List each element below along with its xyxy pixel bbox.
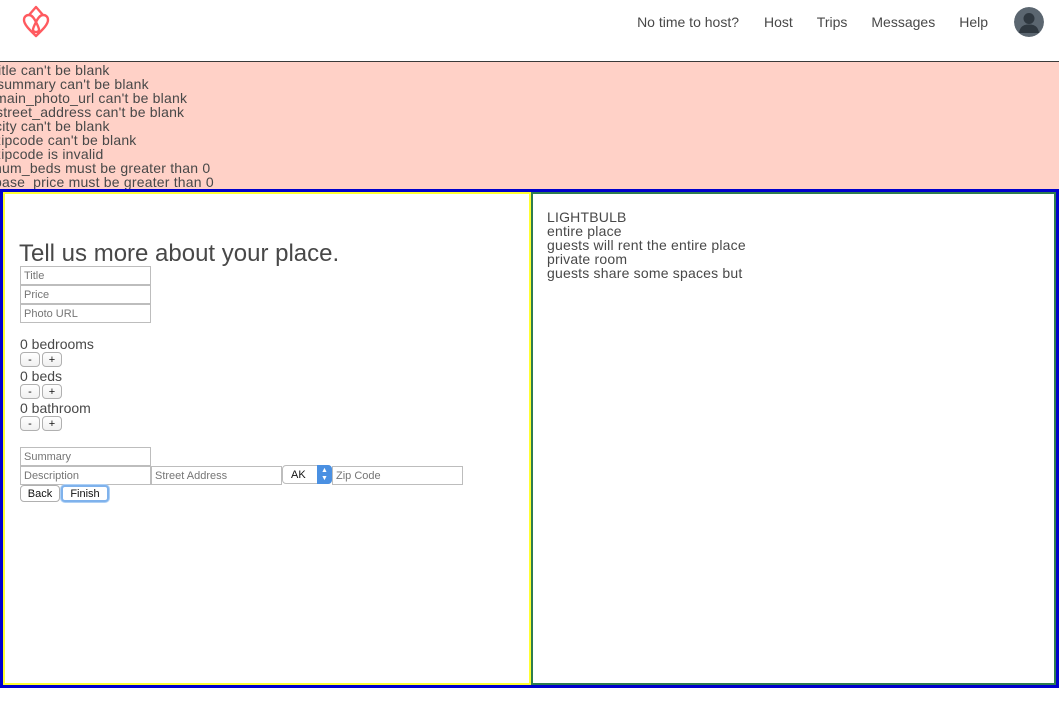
bathroom-decrement-button[interactable]: -	[20, 416, 40, 431]
user-avatar-icon[interactable]	[1014, 7, 1044, 37]
main-nav: No time to host? Host Trips Messages Hel…	[637, 0, 1059, 44]
info-panel: LIGHTBULB entire place guests will rent …	[531, 192, 1056, 685]
beds-decrement-button[interactable]: -	[20, 384, 40, 399]
bathroom-increment-button[interactable]: +	[42, 416, 62, 431]
error-summary-blank: summary can't be blank	[0, 76, 149, 92]
bedrooms-increment-button[interactable]: +	[42, 352, 62, 367]
error-street-address-blank: street_address can't be blank	[0, 104, 185, 120]
error-zipcode-blank: zipcode can't be blank	[0, 132, 137, 148]
street-address-input[interactable]	[151, 466, 282, 485]
nav-messages[interactable]: Messages	[871, 14, 935, 30]
beds-increment-button[interactable]: +	[42, 384, 62, 399]
bathroom-count: 0 bathroom	[20, 400, 91, 416]
state-select[interactable]: AK ▲ ▼	[282, 465, 332, 484]
top-header: No time to host? Host Trips Messages Hel…	[0, 0, 1059, 62]
price-input[interactable]	[20, 285, 151, 304]
description-input[interactable]	[20, 466, 151, 485]
listing-form-container: Tell us more about your place. 0 bedroom…	[0, 189, 1059, 688]
zip-code-input[interactable]	[332, 466, 463, 485]
state-select-value: AK	[291, 469, 306, 481]
error-city-blank: city can't be blank	[0, 118, 110, 134]
nav-no-time-to-host[interactable]: No time to host?	[637, 14, 739, 30]
back-button[interactable]: Back	[20, 485, 60, 502]
info-entire-place-desc: guests will rent the entire place	[547, 237, 746, 253]
select-arrows-icon: ▲ ▼	[317, 465, 332, 484]
listing-form-panel: Tell us more about your place. 0 bedroom…	[3, 192, 531, 685]
finish-button[interactable]: Finish	[61, 485, 109, 502]
bedrooms-count: 0 bedrooms	[20, 336, 94, 352]
info-heading: LIGHTBULB	[547, 209, 627, 225]
error-photo-url-blank: main_photo_url can't be blank	[0, 90, 188, 106]
info-entire-place: entire place	[547, 223, 622, 239]
airbnb-logo-icon[interactable]	[20, 5, 52, 39]
info-private-room-desc: guests share some spaces but	[547, 265, 743, 281]
error-zipcode-invalid: zipcode is invalid	[0, 146, 104, 162]
form-title: Tell us more about your place.	[19, 240, 340, 267]
error-messages: title can't be blank summary can't be bl…	[0, 62, 1059, 189]
error-base-price: base_price must be greater than 0	[0, 174, 214, 189]
summary-input[interactable]	[20, 447, 151, 466]
beds-count: 0 beds	[20, 368, 63, 384]
nav-help[interactable]: Help	[959, 14, 988, 30]
nav-trips[interactable]: Trips	[817, 14, 848, 30]
info-private-room: private room	[547, 251, 628, 267]
title-input[interactable]	[20, 266, 151, 285]
bedrooms-decrement-button[interactable]: -	[20, 352, 40, 367]
photo-url-input[interactable]	[20, 304, 151, 323]
error-num-beds: num_beds must be greater than 0	[0, 160, 211, 176]
error-title-blank: title can't be blank	[0, 62, 110, 78]
nav-host[interactable]: Host	[764, 14, 793, 30]
